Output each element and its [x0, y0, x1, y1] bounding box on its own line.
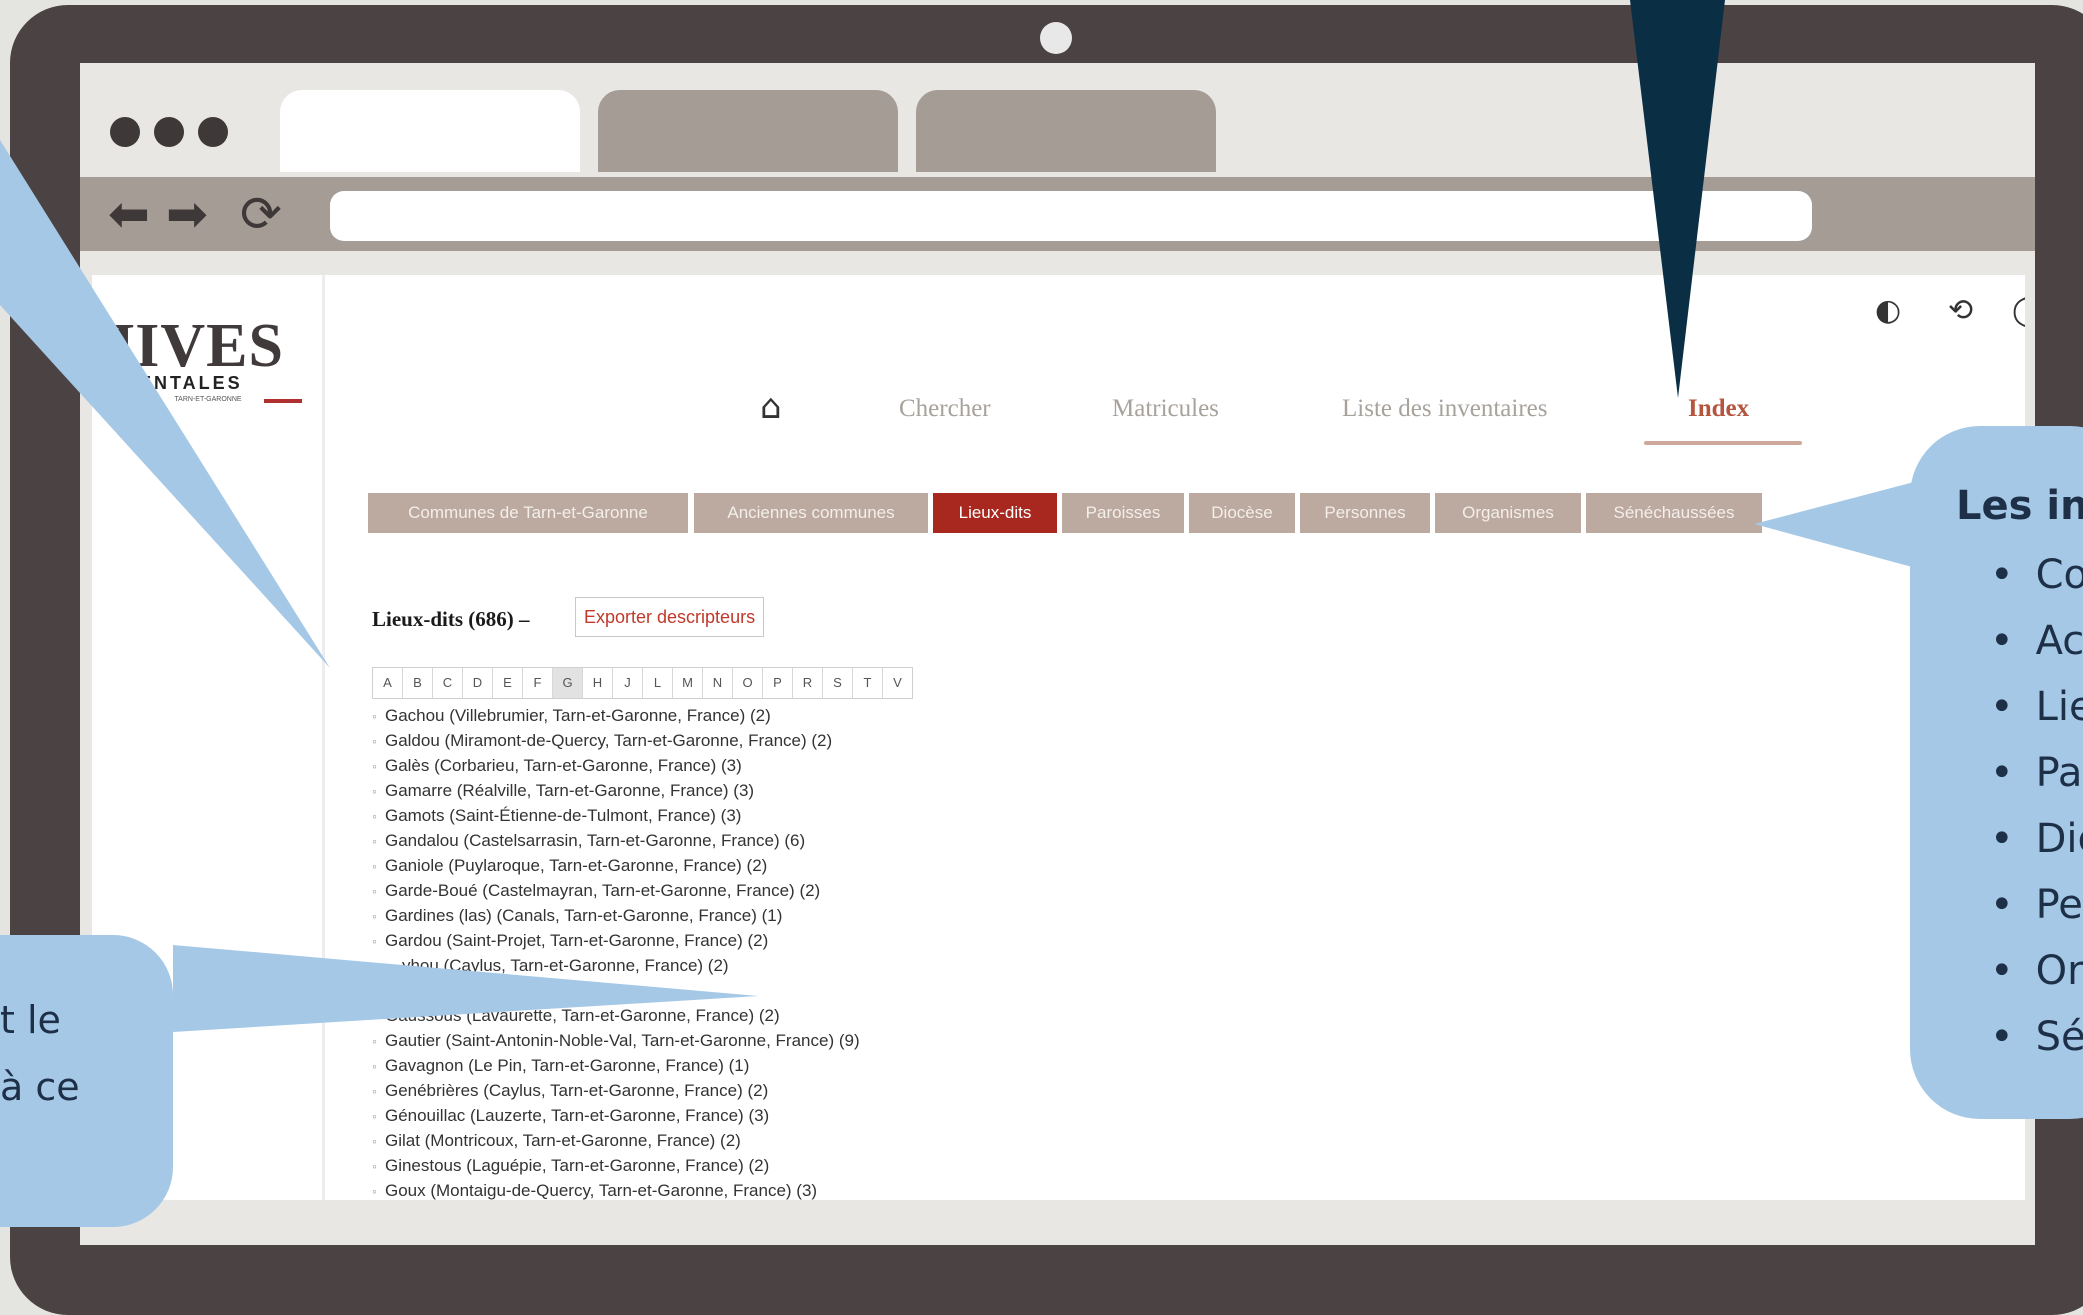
- callout-title: Les inc: [1956, 483, 2083, 529]
- list-callout-pointer: [173, 945, 758, 1032]
- callout-item: Or: [1990, 946, 2083, 1012]
- callout-item: Sé: [1990, 1012, 2083, 1078]
- index-pointer-arrow: [1630, 0, 1725, 398]
- callout-item: Pe: [1990, 880, 2083, 946]
- callout-item: Lie: [1990, 682, 2083, 748]
- callout-text-line: à ce: [0, 1065, 80, 1109]
- callout-list: Co Ac Lie Pa Dic Pe Or Sé: [1990, 550, 2083, 1078]
- letters-callout-pointer: [0, 140, 330, 668]
- annotation-overlay: [0, 0, 1960, 1032]
- callout-item: Ac: [1990, 616, 2083, 682]
- callout-text-line: t le: [0, 998, 61, 1042]
- callout-item: Co: [1990, 550, 2083, 616]
- callout-item: Pa: [1990, 748, 2083, 814]
- callout-item: Dic: [1990, 814, 2083, 880]
